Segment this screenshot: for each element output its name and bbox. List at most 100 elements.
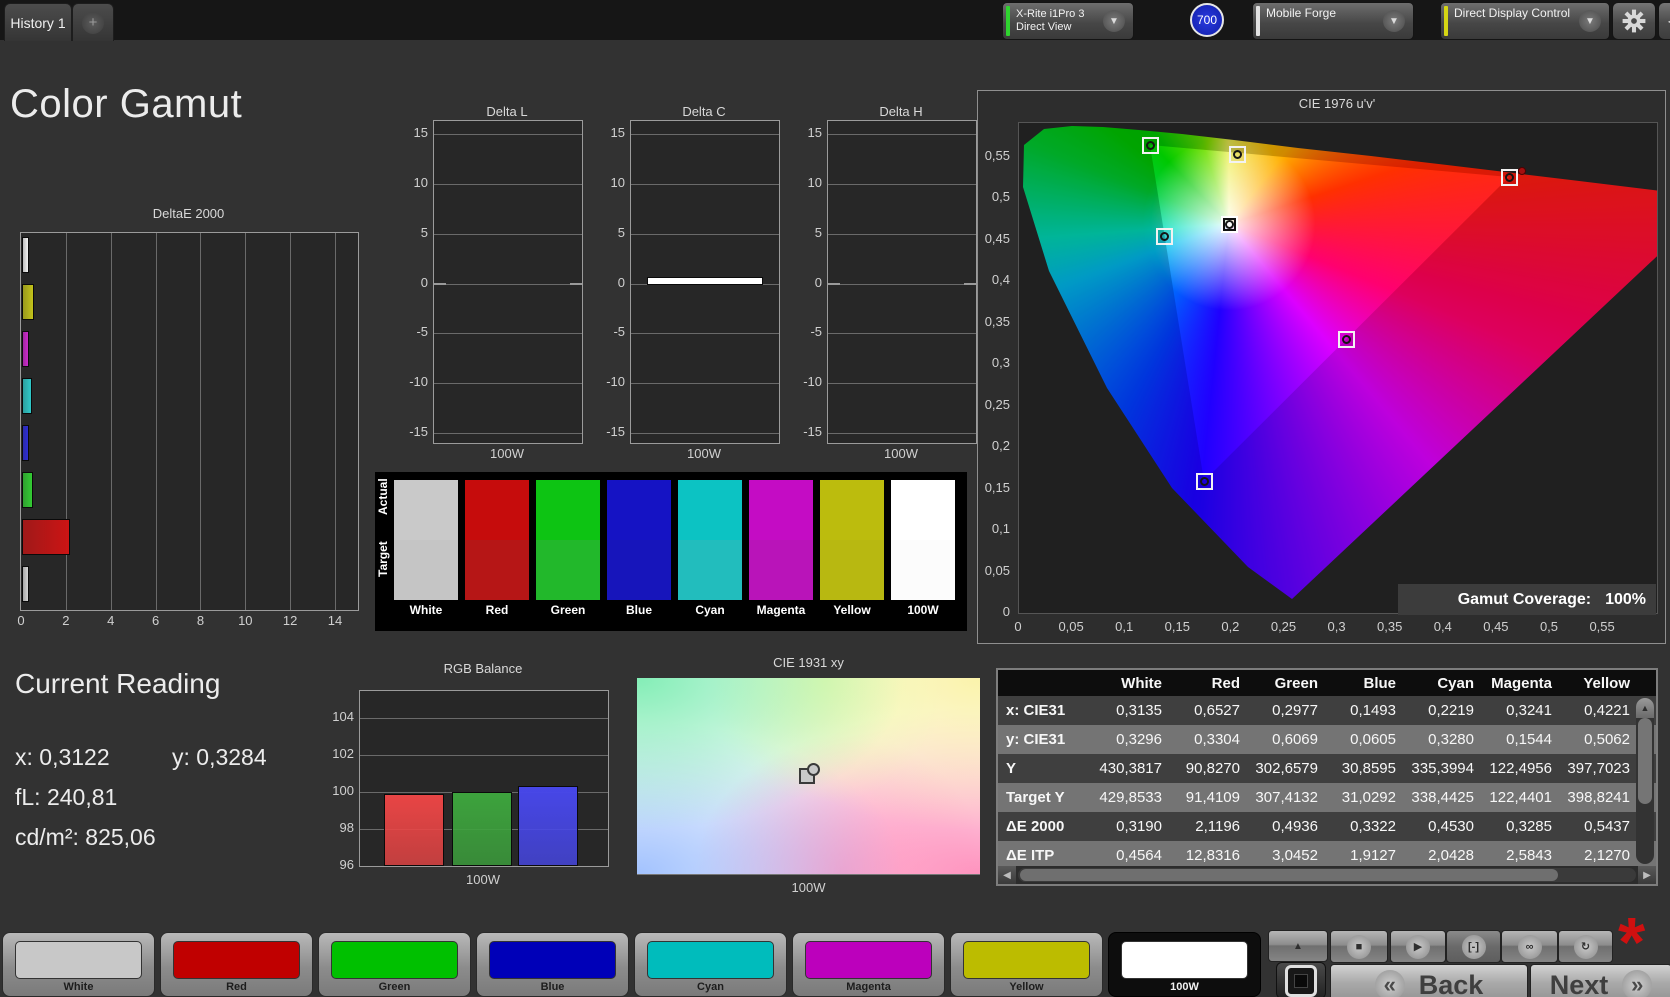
table-row: Target Y429,853391,4109307,413231,029233… (998, 783, 1656, 812)
stop-button[interactable]: ■ (1330, 930, 1388, 963)
add-tab-button[interactable]: + (72, 3, 114, 41)
swatch-compare-cyan: Cyan (678, 472, 742, 631)
cie1931-chart-title: CIE 1931 xy (637, 655, 980, 670)
refresh-button[interactable]: ↻ (1558, 930, 1613, 963)
actual-swatch (678, 480, 742, 540)
delta-y-tick: 15 (585, 125, 625, 140)
pattern-button-100w[interactable]: 100W (1108, 932, 1261, 997)
cell-value: 31,0292 (1328, 789, 1406, 806)
pattern-button-red[interactable]: Red (160, 932, 313, 997)
pattern-chip (963, 941, 1090, 979)
pattern-window-button[interactable] (1276, 962, 1326, 997)
cie1976-x-tick: 0,55 (1580, 619, 1624, 634)
next-button-label: Next (1550, 970, 1609, 997)
deltae-gridline (111, 233, 112, 610)
pattern-button-yellow[interactable]: Yellow (950, 932, 1103, 997)
cie1976-x-tick: 0,5 (1527, 619, 1571, 634)
deltae-bar-magenta (22, 331, 29, 367)
delta-y-tick: 5 (782, 225, 822, 240)
table-horizontal-scrollbar[interactable]: ◀ ▶ (998, 866, 1656, 884)
cie1976-point-green (1142, 137, 1159, 154)
next-button[interactable]: Next » (1530, 964, 1670, 997)
range-button[interactable]: [-] (1446, 930, 1501, 963)
delta-gridline (828, 433, 976, 434)
horizontal-scroll-thumb[interactable] (1020, 869, 1558, 881)
delta-zero-tick (434, 283, 446, 285)
delta-c-x-label: 100W (630, 446, 778, 461)
table-header-Cyan: Cyan (1406, 675, 1484, 692)
cell-value: 0,6069 (1250, 731, 1328, 748)
rgb-bar-green (452, 792, 512, 866)
table-header-Red: Red (1172, 675, 1250, 692)
pattern-button-magenta[interactable]: Magenta (792, 932, 945, 997)
cell-value: 0,3135 (1094, 702, 1172, 719)
collapse-panel-button[interactable]: ◀ (1658, 2, 1670, 40)
cell-value: 0,3296 (1094, 731, 1172, 748)
cell-value: 0,3190 (1094, 818, 1172, 835)
deltae-gridline (156, 233, 157, 610)
range-icon: [-] (1462, 935, 1486, 959)
delta-gridline (631, 134, 779, 135)
swatch-label: Blue (601, 603, 677, 617)
meter-dropdown[interactable]: X-Rite i1Pro 3 Direct View ▼ (1002, 2, 1134, 40)
rgb-bar-red (384, 794, 444, 866)
swatch-label: Cyan (672, 603, 748, 617)
pattern-label: Blue (477, 981, 628, 993)
source-dropdown-label: Mobile Forge (1266, 7, 1336, 20)
cell-value: 335,3994 (1406, 760, 1484, 777)
cell-value: 0,3241 (1484, 702, 1562, 719)
back-chevrons-icon: « (1375, 970, 1405, 997)
pattern-chip (15, 941, 142, 979)
target-swatch (394, 540, 458, 600)
deltae2000-chart-title: DeltaE 2000 (20, 206, 357, 221)
pattern-chip (331, 941, 458, 979)
target-swatch (678, 540, 742, 600)
swatch-label: Green (530, 603, 606, 617)
source-dropdown[interactable]: Mobile Forge ▼ (1252, 2, 1414, 40)
scroll-right-icon[interactable]: ▶ (1638, 866, 1656, 884)
point-circle-icon (1233, 150, 1242, 159)
loop-button[interactable]: ∞ (1501, 930, 1558, 963)
deltae-x-tick: 0 (10, 613, 32, 628)
scroll-up-icon[interactable]: ▲ (1636, 698, 1654, 718)
pattern-button-green[interactable]: Green (318, 932, 471, 997)
cell-value: 122,4401 (1484, 789, 1562, 806)
scroll-left-icon[interactable]: ◀ (998, 866, 1016, 884)
page-title: Color Gamut (10, 82, 242, 127)
deltae2000-x-axis: 02468101214 (20, 613, 357, 629)
delta-gridline (434, 234, 582, 235)
swatch-compare-green: Green (536, 472, 600, 631)
pattern-up-button[interactable]: ▲ (1268, 930, 1328, 962)
table-vertical-scrollbar[interactable]: ▲ (1636, 698, 1654, 864)
delta-y-tick: -5 (585, 324, 625, 339)
meter-count-badge[interactable]: 700 (1190, 3, 1224, 37)
tab-history[interactable]: History 1 (4, 3, 72, 41)
back-button[interactable]: « Back (1330, 964, 1528, 997)
pattern-button-cyan[interactable]: Cyan (634, 932, 787, 997)
row-label: ΔE 2000 (998, 818, 1094, 835)
deltae-x-tick: 14 (324, 613, 346, 628)
table-row: y: CIE310,32960,33040,60690,06050,32800,… (998, 725, 1656, 754)
control-dropdown[interactable]: Direct Display Control ▼ (1440, 2, 1610, 40)
pattern-button-white[interactable]: White (2, 932, 155, 997)
refresh-icon: ↻ (1574, 935, 1598, 959)
pattern-label: White (3, 981, 154, 993)
actual-target-swatch-panel: Actual Target WhiteRedGreenBlueCyanMagen… (375, 472, 967, 631)
delta-gridline (434, 333, 582, 334)
cell-value: 0,4936 (1250, 818, 1328, 835)
deltae-bar-red (22, 519, 70, 555)
delta-y-tick: 0 (585, 275, 625, 290)
play-button[interactable]: ▶ (1390, 930, 1446, 963)
vertical-scroll-thumb[interactable] (1638, 718, 1652, 804)
red-target-dot (1518, 167, 1526, 175)
reading-fl-value: fL: 240,81 (15, 784, 117, 811)
pattern-button-blue[interactable]: Blue (476, 932, 629, 997)
gamut-coverage-value: 100% (1605, 591, 1646, 609)
cell-value: 0,3304 (1172, 731, 1250, 748)
cell-value: 91,4109 (1172, 789, 1250, 806)
row-label: ΔE ITP (998, 847, 1094, 864)
pattern-chip (489, 941, 616, 979)
play-icon: ▶ (1406, 935, 1430, 959)
settings-button[interactable] (1612, 2, 1656, 40)
cell-value: 12,8316 (1172, 847, 1250, 864)
